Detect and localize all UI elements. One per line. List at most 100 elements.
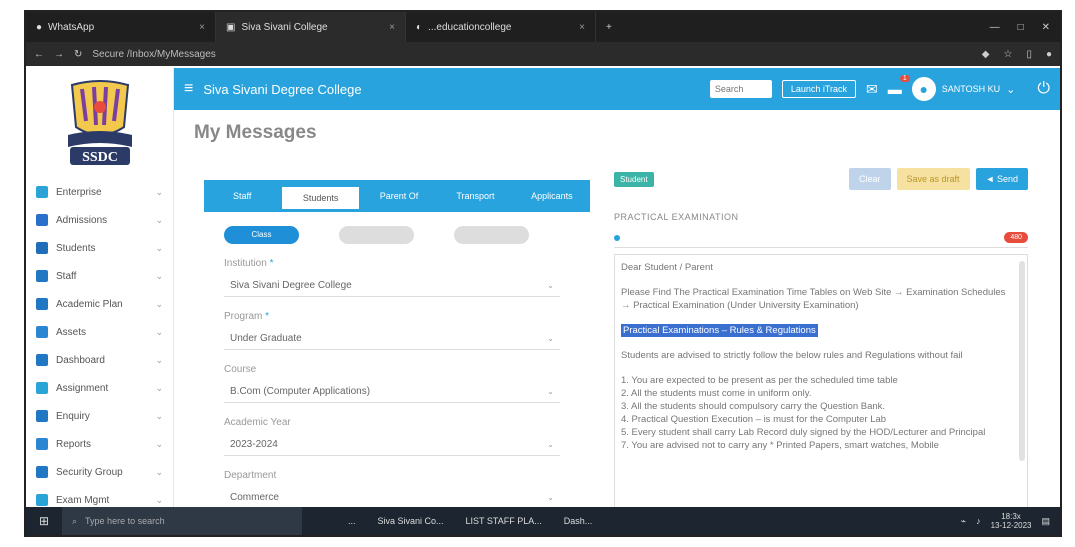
pill-option[interactable] (454, 226, 529, 244)
browser-tab-strip: ● WhatsApp × ▣ Siva Sivani College × ◐ .… (26, 12, 1060, 42)
department-field: Department Commerce ⌄ (204, 470, 590, 509)
recipient-chip[interactable]: Student (614, 171, 654, 187)
academic-year-select[interactable]: 2023-2024 ⌄ (224, 434, 560, 456)
taskbar-app[interactable]: ... (342, 516, 362, 526)
power-icon[interactable]: ⏻ (1037, 80, 1050, 98)
user-menu[interactable]: ● SANTOSH KU ⌄ (911, 77, 1015, 101)
star-icon[interactable]: ☆ (1003, 49, 1012, 60)
notifications-icon[interactable]: ▤ (1041, 516, 1050, 527)
save-draft-button[interactable]: Save as draft (896, 168, 970, 190)
course-field: Course B.Com (Computer Applications) ⌄ (204, 364, 590, 403)
taskbar-search-text: Type here to search (85, 516, 165, 526)
subject-line[interactable]: 480 (614, 232, 1028, 248)
close-icon[interactable]: × (199, 22, 205, 33)
new-tab-button[interactable]: + (596, 22, 622, 33)
chevron-down-icon: ⌄ (547, 440, 554, 449)
clock[interactable]: 18:3x 13-12-2023 (991, 512, 1032, 530)
maximize-icon[interactable]: □ (1018, 22, 1024, 33)
sidebar-item-label: Assignment (56, 382, 109, 394)
extension-icon[interactable]: ◆ (982, 49, 990, 60)
menu-icon[interactable]: ≡ (184, 80, 193, 98)
sidebar-toggle-icon[interactable]: ▯ (1026, 49, 1032, 60)
taskbar-app[interactable]: Siva Sivani Co... (372, 516, 450, 526)
tab-transport[interactable]: Transport (437, 183, 513, 209)
compose-panel: Student Clear Save as draft ◄ Send PRACT… (614, 168, 1028, 512)
enquiry-icon (36, 410, 48, 422)
back-icon[interactable]: ← (34, 49, 44, 60)
institution-select[interactable]: Siva Sivani Degree College ⌄ (224, 275, 560, 297)
close-window-icon[interactable]: ✕ (1042, 22, 1050, 33)
close-icon[interactable]: × (389, 22, 395, 33)
tab-staff[interactable]: Staff (204, 183, 280, 209)
window-controls: — □ ✕ (990, 22, 1060, 33)
sidebar-item-assignment[interactable]: Assignment ⌄ (26, 374, 173, 402)
sidebar-item-enterprise[interactable]: Enterprise ⌄ (26, 178, 173, 206)
sidebar-item-label: Enterprise (56, 186, 102, 198)
browser-tab-label: Siva Sivani College (241, 21, 328, 33)
url-field[interactable]: Secure /Inbox/MyMessages (92, 49, 452, 60)
taskbar-search[interactable]: ⌕ Type here to search (62, 507, 302, 535)
windows-icon[interactable]: ⊞ (26, 514, 62, 528)
department-select[interactable]: Commerce ⌄ (224, 487, 560, 509)
rule-item: 7. You are advised not to carry any * Pr… (621, 440, 939, 451)
students-icon (36, 242, 48, 254)
taskbar-app[interactable]: Dash... (558, 516, 599, 526)
field-label: Course (224, 364, 257, 375)
sidebar-item-security-group[interactable]: Security Group ⌄ (26, 458, 173, 486)
search-icon: ⌕ (72, 515, 78, 526)
mail-icon[interactable]: ✉ (866, 81, 878, 98)
field-label: Institution * (224, 258, 274, 269)
launch-itrack-button[interactable]: Launch iTrack (781, 80, 857, 98)
rule-item: 5. Every student shall carry Lab Record … (621, 427, 986, 438)
send-icon: ◄ (985, 174, 997, 184)
page-icon: ◐ (416, 21, 423, 33)
user-name: SANTOSH KU (941, 84, 1001, 94)
program-select[interactable]: Under Graduate ⌄ (224, 328, 560, 350)
sidebar-item-reports[interactable]: Reports ⌄ (26, 430, 173, 458)
sidebar-item-label: Academic Plan (56, 298, 123, 310)
taskbar-app[interactable]: LIST STAFF PLA... (460, 516, 548, 526)
course-select[interactable]: B.Com (Computer Applications) ⌄ (224, 381, 560, 403)
sidebar-item-students[interactable]: Students ⌄ (26, 234, 173, 262)
sidebar-item-enquiry[interactable]: Enquiry ⌄ (26, 402, 173, 430)
tab-students[interactable]: Students (282, 187, 359, 209)
sidebar-item-label: Assets (56, 326, 87, 338)
college-logo[interactable]: SSDC (60, 77, 140, 169)
sidebar-item-label: Dashboard (56, 354, 105, 366)
pill-option[interactable] (339, 226, 414, 244)
tab-applicants[interactable]: Applicants (514, 183, 590, 209)
message-editor[interactable]: Dear Student / Parent Please Find The Pr… (614, 254, 1028, 512)
chat-icon[interactable]: ▬ 1 (888, 75, 910, 97)
profile-icon[interactable]: ● (1046, 49, 1052, 60)
main-area: ≡ Siva Sivani Degree College Launch iTra… (174, 68, 1060, 512)
clear-button[interactable]: Clear (849, 168, 891, 190)
sidebar-item-staff[interactable]: Staff ⌄ (26, 262, 173, 290)
rule-item: 3. All the students should compulsory ca… (621, 401, 886, 412)
browser-tab[interactable]: ◐ ...educationcollege × (406, 12, 596, 42)
browser-tab[interactable]: ▣ Siva Sivani College × (216, 12, 406, 42)
field-label: Department (224, 470, 277, 481)
assets-icon (36, 326, 48, 338)
tab-parent-of[interactable]: Parent Of (361, 183, 437, 209)
reload-icon[interactable]: ↻ (74, 49, 82, 60)
pill-class[interactable]: Class (224, 226, 299, 244)
scrollbar[interactable] (1019, 261, 1025, 461)
sidebar-item-assets[interactable]: Assets ⌄ (26, 318, 173, 346)
action-buttons: Clear Save as draft ◄ Send (849, 168, 1028, 190)
system-tray: ⌁ ♪ 18:3x 13-12-2023 ▤ (961, 512, 1060, 530)
network-icon[interactable]: ⌁ (961, 516, 966, 527)
sidebar-item-admissions[interactable]: Admissions ⌄ (26, 206, 173, 234)
browser-tab[interactable]: ● WhatsApp × (26, 12, 216, 42)
status-dot (614, 234, 620, 241)
volume-icon[interactable]: ♪ (976, 516, 981, 526)
send-button[interactable]: ◄ Send (975, 168, 1028, 190)
sidebar-item-academic-plan[interactable]: Academic Plan ⌄ (26, 290, 173, 318)
minimize-icon[interactable]: — (990, 22, 1000, 33)
browser-tab-label: ...educationcollege (428, 21, 512, 33)
forward-icon[interactable]: → (54, 49, 64, 60)
search-input[interactable] (709, 80, 772, 98)
chevron-down-icon: ⌄ (155, 186, 163, 197)
close-icon[interactable]: × (579, 22, 585, 33)
notification-badge: 1 (899, 75, 910, 82)
sidebar-item-dashboard[interactable]: Dashboard ⌄ (26, 346, 173, 374)
